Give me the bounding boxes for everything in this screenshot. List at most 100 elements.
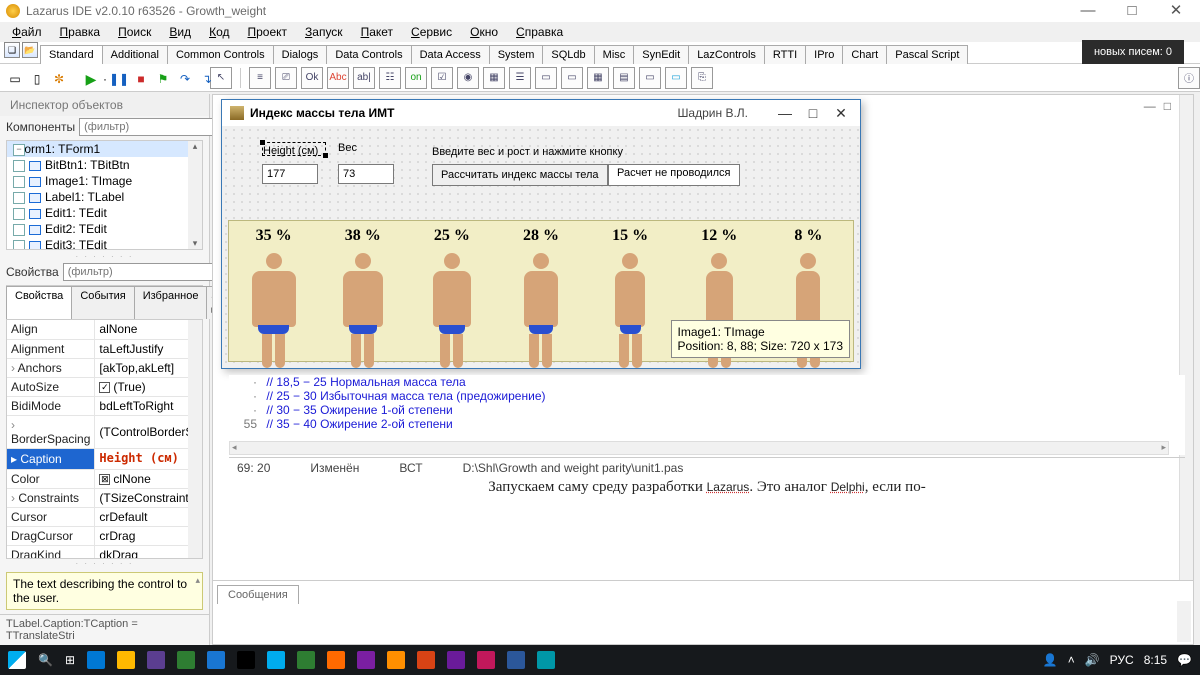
code-editor[interactable]: · // 18,5 − 25 Нормальная масса тела· //… xyxy=(229,375,1185,455)
form-maximize-button[interactable]: □ xyxy=(802,105,824,121)
palette-tab[interactable]: SynEdit xyxy=(633,45,689,64)
panel-minimize-icon[interactable]: — xyxy=(1144,99,1156,113)
tree-node[interactable]: Image1: TImage xyxy=(7,173,202,189)
property-row[interactable]: Color⊠clNone xyxy=(7,469,203,488)
start-button[interactable] xyxy=(8,651,26,669)
tray-language[interactable]: РУС xyxy=(1110,653,1134,667)
taskbar-app[interactable] xyxy=(387,651,405,669)
palette-tab[interactable]: SQLdb xyxy=(542,45,594,64)
tool-icon[interactable]: ▭ xyxy=(535,67,557,89)
tree-node[interactable]: Edit2: TEdit xyxy=(7,221,202,237)
step-over-icon[interactable]: ↷ xyxy=(176,70,194,88)
property-row[interactable]: BorderSpacing(TControlBorderSpacing) xyxy=(7,415,203,448)
palette-tab[interactable]: Dialogs xyxy=(273,45,328,64)
toolbar-icon[interactable]: ▭ xyxy=(6,70,24,88)
property-row[interactable]: DragKinddkDrag xyxy=(7,545,203,559)
taskbar-app[interactable] xyxy=(267,651,285,669)
taskbar[interactable]: 🔍 ⊞ 👤 ˄ 🔊 РУС 8:15 💬 xyxy=(0,645,1200,675)
tool-icon[interactable]: ⎚ xyxy=(275,67,297,89)
result-field[interactable]: Расчет не проводился xyxy=(608,164,740,186)
component-tabs[interactable]: StandardAdditionalCommon ControlsDialogs… xyxy=(0,42,1200,64)
taskbar-app[interactable] xyxy=(207,651,225,669)
tool-icon[interactable]: ▭ xyxy=(665,67,687,89)
taskbar-app[interactable] xyxy=(147,651,165,669)
property-row[interactable]: AlignalNone xyxy=(7,320,203,339)
pause-button[interactable]: ❚❚ xyxy=(110,70,128,88)
instruction-label[interactable]: Введите вес и рост и нажмите кнопку xyxy=(432,146,623,158)
menu-item[interactable]: Пакет xyxy=(353,23,401,41)
search-icon[interactable]: 🔍 xyxy=(38,653,53,667)
scrollbar[interactable] xyxy=(229,441,1169,455)
tool-icon[interactable]: ▦ xyxy=(587,67,609,89)
close-button[interactable]: ✕ xyxy=(1158,2,1194,20)
tree-node[interactable]: Edit1: TEdit xyxy=(7,205,202,221)
height-input[interactable] xyxy=(262,164,318,184)
selected-label[interactable]: Height (см) xyxy=(262,142,326,156)
tool-new-icon[interactable]: ❏ xyxy=(4,42,20,58)
menu-item[interactable]: Поиск xyxy=(110,23,159,41)
menu-item[interactable]: Файл xyxy=(4,23,50,41)
palette-tab[interactable]: Data Controls xyxy=(326,45,411,64)
palette-tab[interactable]: LazControls xyxy=(688,45,765,64)
palette-tab[interactable]: Pascal Script xyxy=(886,45,968,64)
palette-tab[interactable]: Chart xyxy=(842,45,887,64)
maximize-button[interactable]: □ xyxy=(1114,2,1150,20)
messages-panel[interactable]: Сообщения xyxy=(213,580,1193,644)
menu-item[interactable]: Код xyxy=(201,23,237,41)
palette-tab[interactable]: System xyxy=(489,45,544,64)
tree-node[interactable]: Label1: TLabel xyxy=(7,189,202,205)
tray-notifications-icon[interactable]: 💬 xyxy=(1177,653,1192,667)
palette-more-icon[interactable]: ⓘ xyxy=(1178,67,1200,89)
components-filter[interactable] xyxy=(79,118,231,136)
component-tree[interactable]: Form1: TForm1BitBtn1: TBitBtnImage1: TIm… xyxy=(6,140,203,250)
toolbar-icon[interactable]: ⚑ xyxy=(154,70,172,88)
tool-icon[interactable]: Abc xyxy=(327,67,349,89)
taskbar-app[interactable] xyxy=(87,651,105,669)
taskbar-app[interactable] xyxy=(237,651,255,669)
property-row[interactable]: AlignmenttaLeftJustify xyxy=(7,339,203,358)
prop-tab[interactable]: Избранное xyxy=(134,286,208,319)
task-view-icon[interactable]: ⊞ xyxy=(65,653,75,667)
menu-item[interactable]: Справка xyxy=(508,23,571,41)
taskbar-app[interactable] xyxy=(507,651,525,669)
menu-item[interactable]: Вид xyxy=(161,23,199,41)
palette-tab[interactable]: Standard xyxy=(40,45,103,64)
form-minimize-button[interactable]: — xyxy=(774,105,796,121)
property-row[interactable]: AutoSize✓(True) xyxy=(7,377,203,396)
tool-icon[interactable]: ≡ xyxy=(249,67,271,89)
taskbar-app[interactable] xyxy=(417,651,435,669)
property-row[interactable]: DragCursorcrDrag xyxy=(7,526,203,545)
tool-icon[interactable]: ▭ xyxy=(639,67,661,89)
notification-toast[interactable]: новых писем: 0 xyxy=(1082,40,1184,64)
property-row[interactable]: Anchors[akTop,akLeft] xyxy=(7,358,203,377)
tool-icon[interactable]: ☰ xyxy=(509,67,531,89)
tree-node[interactable]: Edit3: TEdit xyxy=(7,237,202,250)
tool-icon[interactable]: ▭ xyxy=(561,67,583,89)
taskbar-app[interactable] xyxy=(477,651,495,669)
palette-tab[interactable]: Data Access xyxy=(411,45,490,64)
tool-icon[interactable]: ☷ xyxy=(379,67,401,89)
menu-item[interactable]: Проект xyxy=(239,23,295,41)
tool-icon[interactable]: Ok xyxy=(301,67,323,89)
palette-tab[interactable]: RTTI xyxy=(764,45,806,64)
scrollbar[interactable] xyxy=(1177,601,1191,642)
property-row[interactable]: Constraints(TSizeConstraints) xyxy=(7,488,203,507)
property-row[interactable]: CursorcrDefault xyxy=(7,507,203,526)
menu-item[interactable]: Сервис xyxy=(403,23,460,41)
step-into-icon[interactable]: ↴ xyxy=(198,70,216,88)
prop-tab[interactable]: Свойства xyxy=(6,286,72,319)
tray-people-icon[interactable]: 👤 xyxy=(1043,653,1058,667)
taskbar-app[interactable] xyxy=(447,651,465,669)
tray-clock[interactable]: 8:15 xyxy=(1144,653,1167,667)
tool-open-icon[interactable]: 📂 xyxy=(22,42,38,58)
taskbar-app[interactable] xyxy=(357,651,375,669)
toolbar-icon[interactable]: ▯ xyxy=(28,70,46,88)
menu-item[interactable]: Запуск xyxy=(297,23,351,41)
tray-volume-icon[interactable]: 🔊 xyxy=(1085,653,1100,667)
panel-maximize-icon[interactable]: □ xyxy=(1164,99,1171,113)
property-row[interactable]: ▸ CaptionHeight (см) … xyxy=(7,448,203,469)
form-designer[interactable]: Индекс массы тела ИМТ Шадрин В.Л. — □ ✕ … xyxy=(221,99,861,369)
palette-tab[interactable]: Misc xyxy=(594,45,635,64)
scrollbar[interactable] xyxy=(188,320,202,558)
taskbar-app[interactable] xyxy=(117,651,135,669)
